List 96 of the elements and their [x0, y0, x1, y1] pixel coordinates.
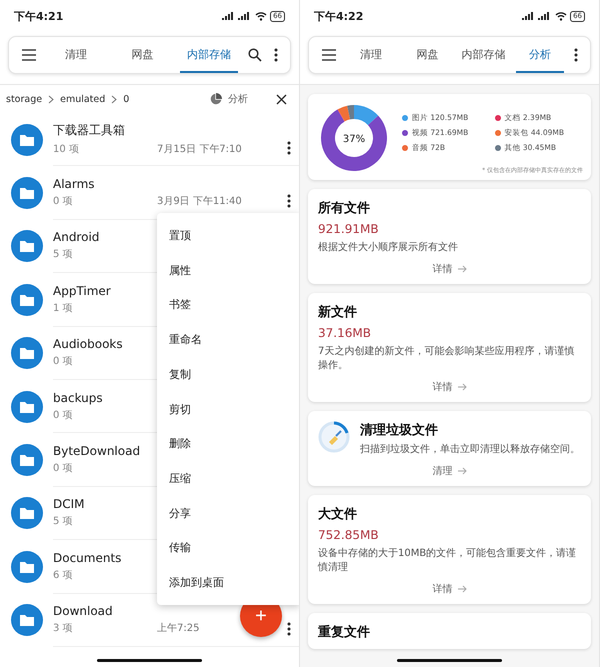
tab[interactable]: 内部存储 [180, 37, 238, 73]
close-icon [276, 94, 287, 104]
card-description: 扫描到垃圾文件，单击立即清理以释放存储空间。 [360, 443, 580, 457]
menu-item[interactable]: 删除 [157, 426, 299, 462]
folder-icon [11, 604, 43, 636]
item-count: 0 项 [53, 195, 74, 208]
tab[interactable]: 网盘 [403, 37, 452, 73]
file-name: Android [53, 230, 100, 244]
more-icon [574, 48, 578, 62]
card-action[interactable]: 清理 [432, 462, 466, 478]
card-title: 所有文件 [318, 200, 371, 217]
folder-icon [11, 230, 43, 262]
file-name: backups [53, 390, 103, 405]
card-title: 重复文件 [318, 624, 371, 641]
folder-icon [11, 390, 43, 423]
menu-icon [321, 49, 337, 61]
tab[interactable]: 网盘 [113, 37, 172, 73]
modified-date: 3月9日 下午11:40 [157, 195, 242, 208]
more-icon [287, 622, 291, 636]
file-name: Download [53, 604, 113, 618]
card-title: 大文件 [318, 506, 358, 523]
menu-item[interactable]: 传输 [157, 530, 299, 566]
card-action[interactable]: 详情 [432, 260, 466, 276]
more-icon [287, 194, 291, 208]
status-time: 下午4:22 [314, 8, 364, 24]
card-description: 设备中存储的大于10MB的文件，可能包含重要文件，请谨慎清理 [318, 547, 578, 575]
card-size: 921.91MB [318, 222, 380, 236]
card-action[interactable]: 详情 [432, 580, 466, 596]
tab[interactable]: 分析 [516, 37, 564, 73]
item-count: 0 项 [53, 462, 74, 476]
folder-icon [11, 177, 43, 210]
card-description: 根据文件大小顺序展示所有文件 [318, 241, 459, 255]
analyze-button[interactable]: 分析 [204, 91, 254, 107]
tab[interactable]: 内部存储 [460, 37, 508, 73]
menu-item[interactable]: 剪切 [157, 392, 299, 426]
item-count: 5 项 [53, 515, 74, 528]
card-size: 752.85MB [318, 528, 380, 542]
menu-item[interactable]: 书签 [157, 287, 299, 322]
breadcrumb-item[interactable]: storage [6, 94, 42, 104]
folder-icon [11, 497, 43, 530]
folder-icon [11, 444, 43, 476]
card-title: 新文件 [318, 304, 358, 321]
breadcrumb-item[interactable]: emulated [60, 94, 106, 104]
tab[interactable]: 清理 [47, 37, 106, 73]
wifi-icon [555, 11, 568, 21]
tab[interactable]: 清理 [347, 37, 396, 73]
search-icon [248, 48, 262, 62]
modified-date: 上午7:25 [157, 622, 200, 636]
more-button[interactable] [287, 141, 291, 155]
menu-item[interactable]: 复制 [157, 356, 299, 392]
file-name: DCIM [53, 497, 85, 512]
folder-icon [11, 550, 43, 583]
item-count: 0 项 [53, 408, 74, 422]
file-name: AppTimer [53, 284, 111, 298]
menu-item[interactable]: 置顶 [157, 218, 299, 253]
file-name: ByteDownload [53, 444, 140, 458]
card-action[interactable]: 详情 [432, 378, 466, 394]
status-time: 下午4:21 [14, 8, 64, 24]
arrow-right-icon [456, 585, 466, 593]
breadcrumb-item[interactable]: 0 [123, 94, 130, 104]
menu-item[interactable]: 压缩 [157, 461, 299, 496]
more-icon [274, 48, 278, 62]
more-button[interactable] [287, 194, 291, 208]
menu-item[interactable]: 分享 [157, 496, 299, 531]
chevron-right-icon [48, 94, 54, 104]
item-count: 1 项 [53, 302, 74, 315]
item-count: 5 项 [53, 248, 74, 262]
arrow-right-icon [456, 467, 466, 475]
chevron-right-icon [111, 94, 118, 104]
wifi-icon [255, 11, 268, 21]
item-count: 10 项 [53, 143, 80, 156]
file-name: Audiobooks [53, 337, 123, 352]
percent-label: 37% [342, 134, 366, 145]
folder-icon [11, 124, 43, 156]
item-count: 6 项 [53, 568, 74, 582]
arrow-right-icon [456, 265, 466, 273]
broom-icon [318, 421, 350, 453]
file-name: Alarms [53, 177, 95, 192]
file-name: Documents [53, 550, 122, 565]
menu-item[interactable]: 重命名 [157, 322, 299, 357]
card-description: 7天之内创建的新文件，可能会影响某些应用程序，请谨慎操作。 [318, 345, 576, 373]
card-size: 37.16MB [318, 326, 372, 340]
item-count: 0 项 [53, 355, 74, 368]
pie-chart-icon [210, 93, 222, 105]
folder-icon [11, 337, 43, 370]
arrow-right-icon [456, 383, 466, 391]
file-row[interactable]: 下载器工具箱 10 项 7月15日 下午7:10 [0, 113, 299, 166]
menu-icon [21, 49, 37, 61]
menu-item[interactable]: 属性 [157, 252, 299, 288]
file-name: 下载器工具箱 [53, 122, 125, 140]
modified-date: 7月15日 下午7:10 [157, 143, 242, 156]
folder-icon [11, 284, 43, 316]
item-count: 3 项 [53, 622, 74, 636]
more-button[interactable] [287, 622, 291, 636]
card-title: 清理垃圾文件 [360, 422, 439, 439]
more-icon [287, 141, 291, 155]
